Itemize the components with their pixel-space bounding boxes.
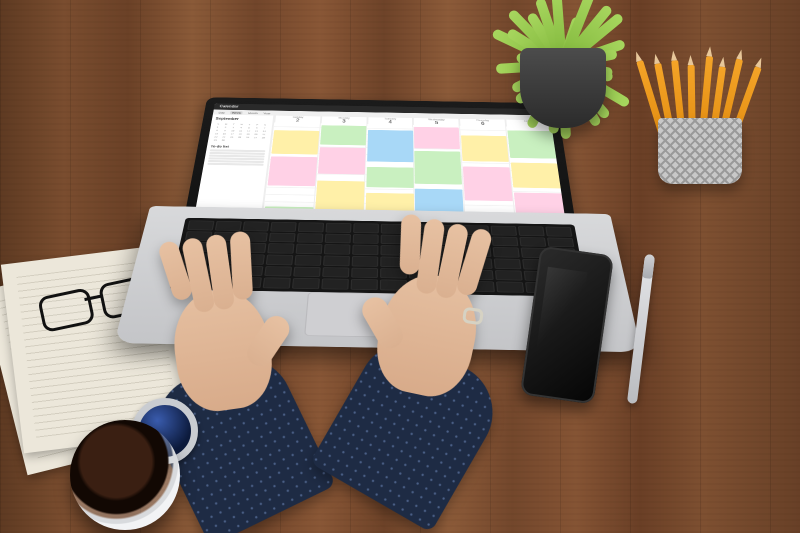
calendar-event[interactable]	[367, 130, 413, 163]
calendar-event[interactable]	[271, 130, 319, 154]
month-label: September	[215, 117, 269, 122]
calendar-event[interactable]	[320, 125, 366, 145]
ring	[462, 307, 484, 326]
calendar-event[interactable]	[318, 147, 366, 174]
calendar-event[interactable]	[463, 166, 513, 201]
calendar-event[interactable]	[267, 157, 317, 187]
left-hand	[167, 284, 278, 416]
calendar-event[interactable]	[461, 136, 509, 163]
coffee-cup	[70, 420, 180, 530]
pencil-holder	[640, 60, 750, 180]
todo-header: To-do list	[210, 145, 266, 149]
todo-list	[207, 149, 265, 165]
view-day[interactable]: Day	[218, 111, 225, 114]
calendar-event[interactable]	[366, 167, 414, 189]
view-month[interactable]: Month	[248, 111, 258, 114]
view-week[interactable]: Week	[230, 111, 243, 114]
mini-calendar[interactable]: SMTWTFS123456789101112131415161718192021…	[212, 123, 269, 143]
plant	[490, 0, 630, 120]
desk-scene: Calendar Day Week Month Year September S…	[0, 0, 800, 533]
calendar-event[interactable]	[415, 151, 463, 185]
calendar-event[interactable]	[414, 127, 460, 149]
calendar-event[interactable]	[511, 163, 561, 189]
calendar-event[interactable]	[507, 130, 556, 158]
view-year[interactable]: Year	[263, 111, 271, 114]
app-title: Calendar	[219, 105, 239, 109]
